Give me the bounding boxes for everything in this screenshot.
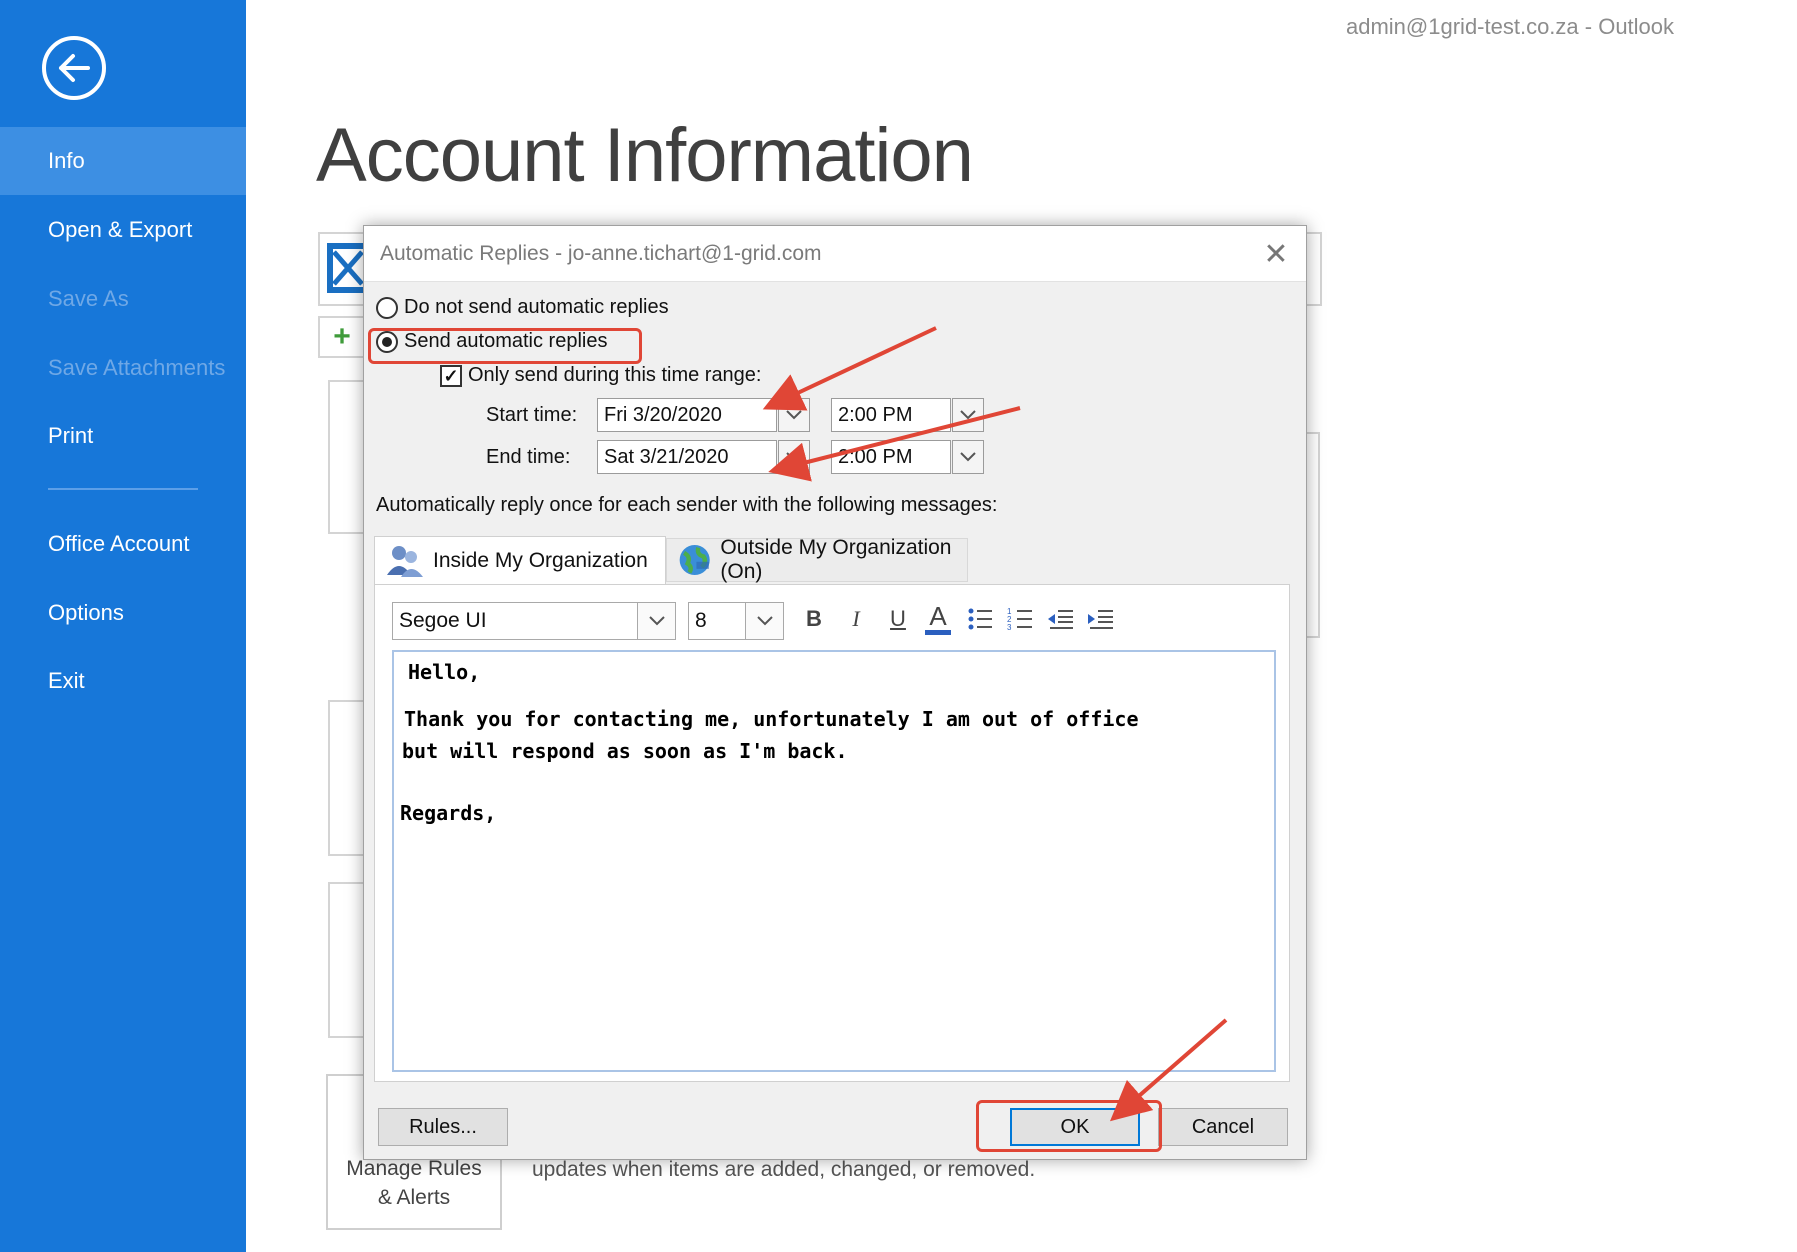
nav-office-account[interactable]: Office Account [0, 510, 246, 578]
chevron-down-icon[interactable] [952, 398, 984, 432]
end-date-picker[interactable]: Sat 3/21/2020 [597, 440, 810, 474]
radio-circle[interactable] [376, 296, 398, 319]
font-size-select[interactable]: 8 [688, 602, 784, 640]
start-time-value: 2:00 PM [838, 403, 913, 426]
message-editor[interactable]: Hello, Thank you for contacting me, unfo… [392, 650, 1276, 1072]
close-icon[interactable]: ✕ [1256, 234, 1296, 274]
backstage-sidebar: Info Open & Export Save As Save Attachme… [0, 0, 246, 1252]
radio-send-label: Send automatic replies [404, 330, 608, 352]
tab-outside-label: Outside My Organization (On) [720, 536, 952, 583]
underline-button[interactable]: U [882, 602, 914, 636]
time-range-checkbox[interactable]: ✓ Only send during this time range: [440, 364, 762, 387]
automatic-replies-dialog: Automatic Replies - jo-anne.tichart@1-gr… [363, 225, 1307, 1160]
chevron-down-icon[interactable] [778, 440, 810, 474]
people-icon [387, 545, 423, 577]
nav-options[interactable]: Options [0, 579, 246, 647]
decrease-indent-icon[interactable] [1044, 602, 1076, 636]
back-arrow-icon [59, 54, 90, 82]
nav-info[interactable]: Info [0, 127, 246, 195]
globe-icon [679, 544, 710, 576]
window-title: admin@1grid-test.co.za - Outlook [1346, 14, 1675, 39]
font-family-select[interactable]: Segoe UI [392, 602, 676, 640]
end-date-value: Sat 3/21/2020 [604, 445, 729, 468]
chevron-down-icon[interactable] [745, 603, 783, 639]
radio-circle-checked[interactable] [376, 330, 398, 353]
font-color-bar [925, 629, 951, 635]
dialog-title: Automatic Replies - jo-anne.tichart@1-gr… [380, 242, 822, 265]
start-time-picker[interactable]: 2:00 PM [831, 398, 984, 432]
nav-print[interactable]: Print [0, 402, 246, 470]
increase-indent-icon[interactable] [1084, 602, 1116, 636]
end-time-label: End time: [486, 446, 571, 468]
start-date-value: Fri 3/20/2020 [604, 403, 722, 426]
bg-tile-1 [328, 380, 368, 534]
checkmark-icon[interactable]: ✓ [440, 364, 462, 387]
nav-save-as: Save As [48, 286, 129, 311]
nav-save-attachments: Save Attachments [48, 355, 226, 380]
font-size-value: 8 [695, 609, 707, 632]
back-button[interactable] [42, 36, 106, 100]
message-line-body-2: but will respond as soon as I'm back. [402, 739, 848, 763]
tab-outside-organization[interactable]: Outside My Organization (On) [666, 536, 968, 583]
start-date-picker[interactable]: Fri 3/20/2020 [597, 398, 810, 432]
chevron-down-icon[interactable] [778, 398, 810, 432]
radio-do-not-send-label: Do not send automatic replies [404, 296, 669, 318]
dialog-titlebar: Automatic Replies - jo-anne.tichart@1-gr… [364, 226, 1306, 282]
radio-send[interactable]: Send automatic replies [376, 330, 607, 353]
rules-button[interactable]: Rules... [378, 1108, 508, 1146]
ok-button[interactable]: OK [1010, 1108, 1140, 1146]
manage-rules-description: updates when items are added, changed, o… [532, 1158, 1036, 1181]
message-line-signoff: Regards, [400, 801, 497, 825]
bullet-list-icon[interactable] [964, 602, 996, 636]
svg-text:3: 3 [1007, 623, 1012, 632]
message-line-greeting: Hello, [408, 660, 481, 684]
bg-tile-2 [328, 700, 368, 856]
bg-tile-3 [328, 882, 368, 1038]
nav-exit[interactable]: Exit [0, 647, 246, 715]
tab-inside-label: Inside My Organization [433, 548, 648, 572]
time-range-label: Only send during this time range: [468, 364, 762, 386]
end-time-picker[interactable]: 2:00 PM [831, 440, 984, 474]
radio-do-not-send[interactable]: Do not send automatic replies [376, 296, 669, 319]
start-time-label: Start time: [486, 404, 578, 426]
message-line-body-1: Thank you for contacting me, unfortunate… [404, 707, 1139, 731]
page-title: Account Information [316, 113, 974, 198]
bold-button[interactable]: B [798, 602, 830, 636]
font-family-value: Segoe UI [399, 609, 487, 632]
font-color-letter: A [929, 600, 947, 631]
italic-button[interactable]: I [840, 602, 872, 636]
tab-inside-organization[interactable]: Inside My Organization [374, 536, 666, 584]
auto-reply-instructions: Automatically reply once for each sender… [376, 494, 998, 516]
add-account-button[interactable]: + [318, 316, 366, 358]
nav-open-export[interactable]: Open & Export [0, 196, 246, 264]
cancel-button[interactable]: Cancel [1158, 1108, 1288, 1146]
end-time-value: 2:00 PM [838, 445, 913, 468]
numbered-list-icon[interactable]: 123 [1004, 602, 1036, 636]
manage-rules-label: Manage Rules & Alerts [346, 1157, 482, 1209]
chevron-down-icon[interactable] [952, 440, 984, 474]
nav-divider [48, 488, 198, 490]
chevron-down-icon[interactable] [637, 603, 675, 639]
font-color-button[interactable]: A [922, 602, 954, 636]
